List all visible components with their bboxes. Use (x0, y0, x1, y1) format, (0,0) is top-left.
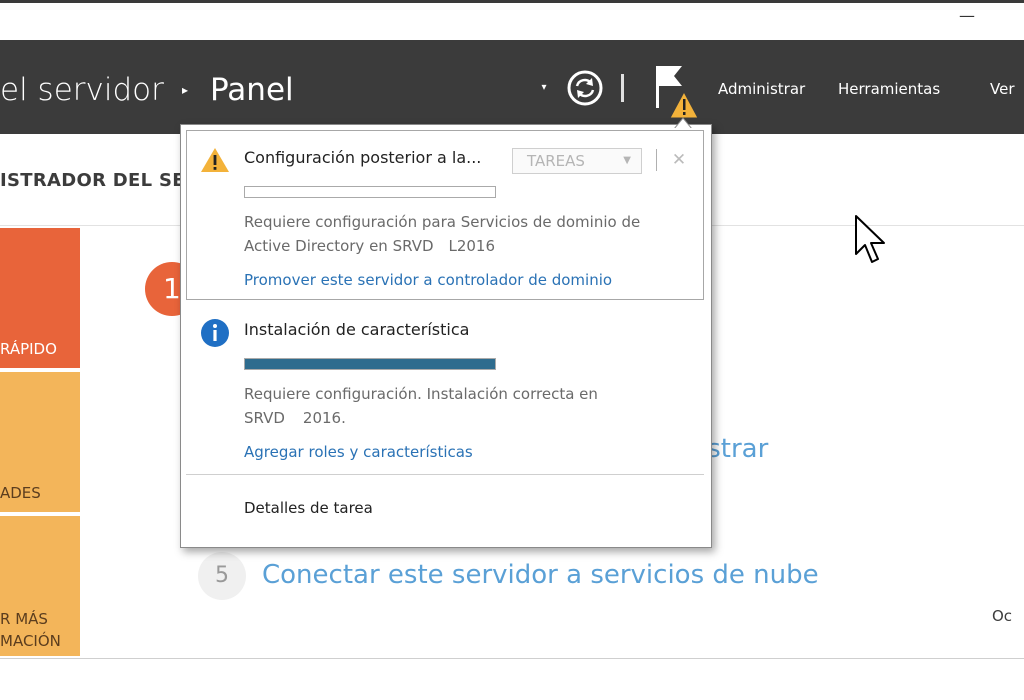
tile-label-line1: R MÁS (0, 610, 48, 628)
breadcrumb-server-manager: el servidor (0, 72, 164, 108)
tile-label: R MÁS MACIÓN (0, 608, 80, 652)
tile-label: RÁPIDO (0, 340, 57, 358)
menu-administrar[interactable]: Administrar (718, 78, 805, 100)
menu-ver[interactable]: Ver (990, 78, 1015, 100)
task-details-link[interactable]: Detalles de tarea (244, 496, 373, 520)
add-roles-features-link[interactable]: Agregar roles y características (244, 440, 473, 464)
breadcrumb-separator-icon: ▸ (182, 83, 189, 97)
dashboard-section-title: ISTRADOR DEL SE (0, 170, 185, 191)
notification-flag-icon[interactable] (652, 62, 700, 120)
close-icon[interactable]: ✕ (670, 148, 688, 172)
tile-whats-new[interactable]: ADES (0, 372, 80, 512)
tasks-dropdown[interactable]: TAREAS ▼ (512, 148, 642, 174)
tile-learn-more[interactable]: R MÁS MACIÓN (0, 516, 80, 656)
post-config-progress-bar (244, 186, 496, 198)
step-number-badge: 5 (198, 552, 246, 600)
info-icon (200, 318, 230, 348)
notification-description-line: Requiere configuración. Instalación corr… (244, 385, 598, 403)
notification-title: Configuración posterior a la... (244, 148, 482, 167)
breadcrumb-current-page: Panel (210, 72, 294, 108)
window-title-bar (0, 0, 1024, 40)
tile-label: ADES (0, 484, 41, 502)
minimize-button[interactable]: — (958, 6, 976, 26)
menu-herramientas[interactable]: Herramientas (838, 78, 940, 100)
breadcrumb-dropdown-icon[interactable]: ▾ (536, 78, 552, 98)
header-divider (621, 74, 624, 102)
notification-description-line: Requiere configuración para Servicios de… (244, 213, 641, 231)
warning-icon (200, 147, 230, 173)
popup-divider (186, 474, 704, 475)
tile-label-line2: MACIÓN (0, 632, 61, 650)
promote-domain-controller-link[interactable]: Promover este servidor a controlador de … (244, 268, 612, 292)
mouse-cursor-icon (854, 214, 890, 268)
section-divider (0, 658, 1024, 659)
feature-install-progress-bar (244, 358, 496, 370)
hide-link-partial[interactable]: Oc (992, 606, 1012, 626)
refresh-icon[interactable] (565, 68, 605, 108)
connect-cloud-services-link[interactable]: Conectar este servidor a servicios de nu… (262, 558, 819, 592)
chevron-down-icon: ▼ (623, 155, 631, 166)
notification-divider (656, 149, 657, 171)
notification-title: Instalación de característica (244, 320, 470, 339)
notification-description-line: SRVD 2016. (244, 409, 346, 427)
progress-fill (245, 359, 495, 369)
tasks-dropdown-label: TAREAS (527, 152, 585, 170)
notification-description-line: Active Directory en SRVD L2016 (244, 237, 496, 255)
tile-quick-start[interactable]: RÁPIDO (0, 228, 80, 368)
popup-pointer (672, 114, 694, 130)
